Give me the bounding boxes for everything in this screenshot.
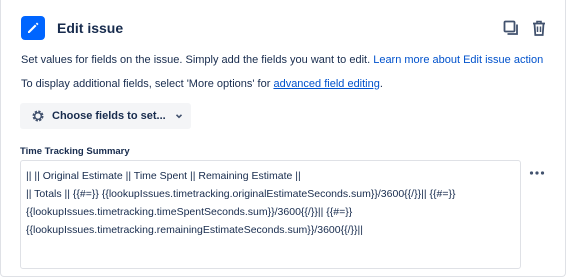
description-line-2: To display additional fields, select 'Mo… bbox=[21, 78, 383, 90]
duplicate-icon[interactable] bbox=[499, 16, 523, 40]
time-tracking-summary-label: Time Tracking Summary bbox=[20, 146, 130, 157]
gear-icon bbox=[31, 109, 45, 123]
learn-more-link[interactable]: Learn more about Edit issue action bbox=[373, 54, 543, 66]
time-tracking-summary-field[interactable]: || || Original Estimate || Time Spent ||… bbox=[20, 160, 521, 269]
pencil-icon bbox=[21, 16, 45, 40]
edit-issue-panel: Edit issue Set values for fields on the … bbox=[0, 0, 566, 277]
description-text-2: To display additional fields, select 'Mo… bbox=[21, 78, 274, 90]
description-text: Set values for fields on the issue. Simp… bbox=[21, 54, 374, 66]
choose-fields-label: Choose fields to set... bbox=[52, 110, 166, 122]
panel-title: Edit issue bbox=[57, 20, 124, 36]
more-horizontal-icon[interactable] bbox=[526, 164, 548, 182]
header-actions bbox=[499, 16, 551, 40]
advanced-field-editing-link[interactable]: advanced field editing bbox=[273, 78, 379, 90]
chevron-down-icon bbox=[174, 111, 184, 121]
trash-icon[interactable] bbox=[527, 16, 551, 40]
description-suffix: . bbox=[379, 78, 383, 90]
choose-fields-button[interactable]: Choose fields to set... bbox=[20, 103, 191, 129]
description-line-1: Set values for fields on the issue. Simp… bbox=[21, 54, 543, 66]
panel-header: Edit issue bbox=[21, 14, 551, 42]
